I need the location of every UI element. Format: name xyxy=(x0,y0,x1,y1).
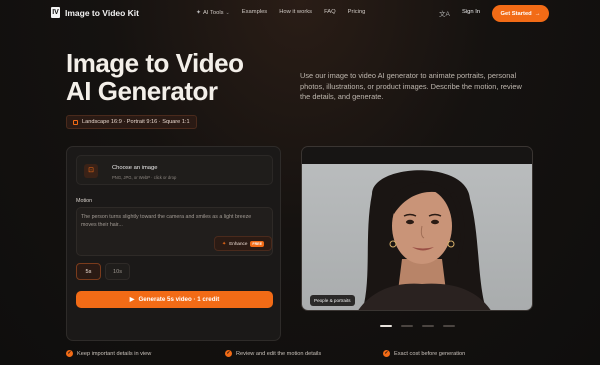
check-icon: ✓ xyxy=(225,350,232,357)
motion-label: Motion xyxy=(76,198,93,204)
enhance-label: Enhance xyxy=(229,241,248,246)
feature-text: Exact cost before generation xyxy=(394,350,466,357)
sparkle-icon: ✦ xyxy=(222,240,227,247)
generate-button[interactable]: ▶ Generate 5s video · 1 credit xyxy=(76,291,273,308)
carousel-dots xyxy=(380,325,455,327)
carousel-dot-3[interactable] xyxy=(422,325,434,327)
brand-logo[interactable]: IV Image to Video Kit xyxy=(51,7,139,18)
motion-textarea[interactable]: The person turns slightly toward the cam… xyxy=(76,207,273,256)
nav-links: ✦ AI Tools ⌄ Examples How it works FAQ P… xyxy=(196,9,365,16)
category-label: People & portraits xyxy=(310,295,355,306)
feature-text: Review and edit the motion details xyxy=(236,350,322,357)
image-upload-dropzone[interactable]: ⊡ Choose an image PNG, JPG, or WebP · cl… xyxy=(76,155,273,185)
nav-ai-tools[interactable]: ✦ AI Tools ⌄ xyxy=(196,9,230,17)
carousel-dot-4[interactable] xyxy=(443,325,455,327)
feature-item: ✓ Exact cost before generation xyxy=(383,350,465,357)
top-navigation: IV Image to Video Kit ✦ AI Tools ⌄ Examp… xyxy=(0,0,600,27)
carousel-dot-1[interactable] xyxy=(380,325,392,327)
sparkle-icon: ✦ xyxy=(196,10,202,16)
check-icon: ✓ xyxy=(383,350,390,357)
nav-pricing[interactable]: Pricing xyxy=(348,9,366,16)
feature-text: Keep important details in view xyxy=(77,350,152,357)
nav-examples[interactable]: Examples xyxy=(242,9,267,16)
feature-item: ✓ Keep important details in view xyxy=(66,350,151,357)
check-icon: ✓ xyxy=(66,350,73,357)
hero-description: Use our image to video AI generator to a… xyxy=(300,71,522,101)
aspect-ratio-text: Landscape 16:9 · Portrait 9:16 · Square … xyxy=(82,119,190,125)
arrow-right-icon: → xyxy=(534,10,541,17)
aspect-ratio-icon xyxy=(73,119,78,125)
upload-title: Choose an image xyxy=(112,165,158,171)
generate-label: Generate 5s video · 1 credit xyxy=(138,296,220,303)
feature-item: ✓ Review and edit the motion details xyxy=(225,350,321,357)
page-title-line-1: Image to Video xyxy=(66,48,244,78)
chevron-down-icon: ⌄ xyxy=(225,9,230,16)
duration-10s-option[interactable]: 10s xyxy=(105,263,130,280)
preview-top-strip xyxy=(302,147,532,164)
motion-text: The person turns slightly toward the cam… xyxy=(81,214,252,228)
translate-icon[interactable]: 文A xyxy=(439,8,450,18)
brand-name: Image to Video Kit xyxy=(65,7,139,18)
nav-faq[interactable]: FAQ xyxy=(324,9,336,16)
aspect-ratio-badge: Landscape 16:9 · Portrait 9:16 · Square … xyxy=(66,115,197,129)
example-preview: People & portraits xyxy=(301,146,533,311)
image-icon: ⊡ xyxy=(84,164,98,178)
page-title-line-2: AI Generator xyxy=(66,76,218,106)
generator-form: ⊡ Choose an image PNG, JPG, or WebP · cl… xyxy=(66,146,281,341)
free-badge: FREE xyxy=(250,240,264,247)
nav-ai-tools-label: AI Tools xyxy=(203,9,224,16)
portrait-illustration xyxy=(358,170,491,310)
enhance-button[interactable]: ✦ Enhance FREE xyxy=(214,236,272,251)
carousel-dot-2[interactable] xyxy=(401,325,413,327)
page-title: Image to Video AI Generator xyxy=(66,48,244,106)
get-started-button[interactable]: Get Started → xyxy=(492,5,549,22)
sign-in-link[interactable]: Sign In xyxy=(462,9,480,15)
get-started-label: Get Started xyxy=(500,10,532,17)
duration-5s-option[interactable]: 5s xyxy=(76,263,101,280)
upload-hint: PNG, JPG, or WebP · click or drop xyxy=(112,175,177,180)
play-icon: ▶ xyxy=(129,296,135,303)
portrait-image xyxy=(302,164,532,310)
nav-how-it-works[interactable]: How it works xyxy=(279,9,312,16)
logo-icon: IV xyxy=(51,7,60,18)
